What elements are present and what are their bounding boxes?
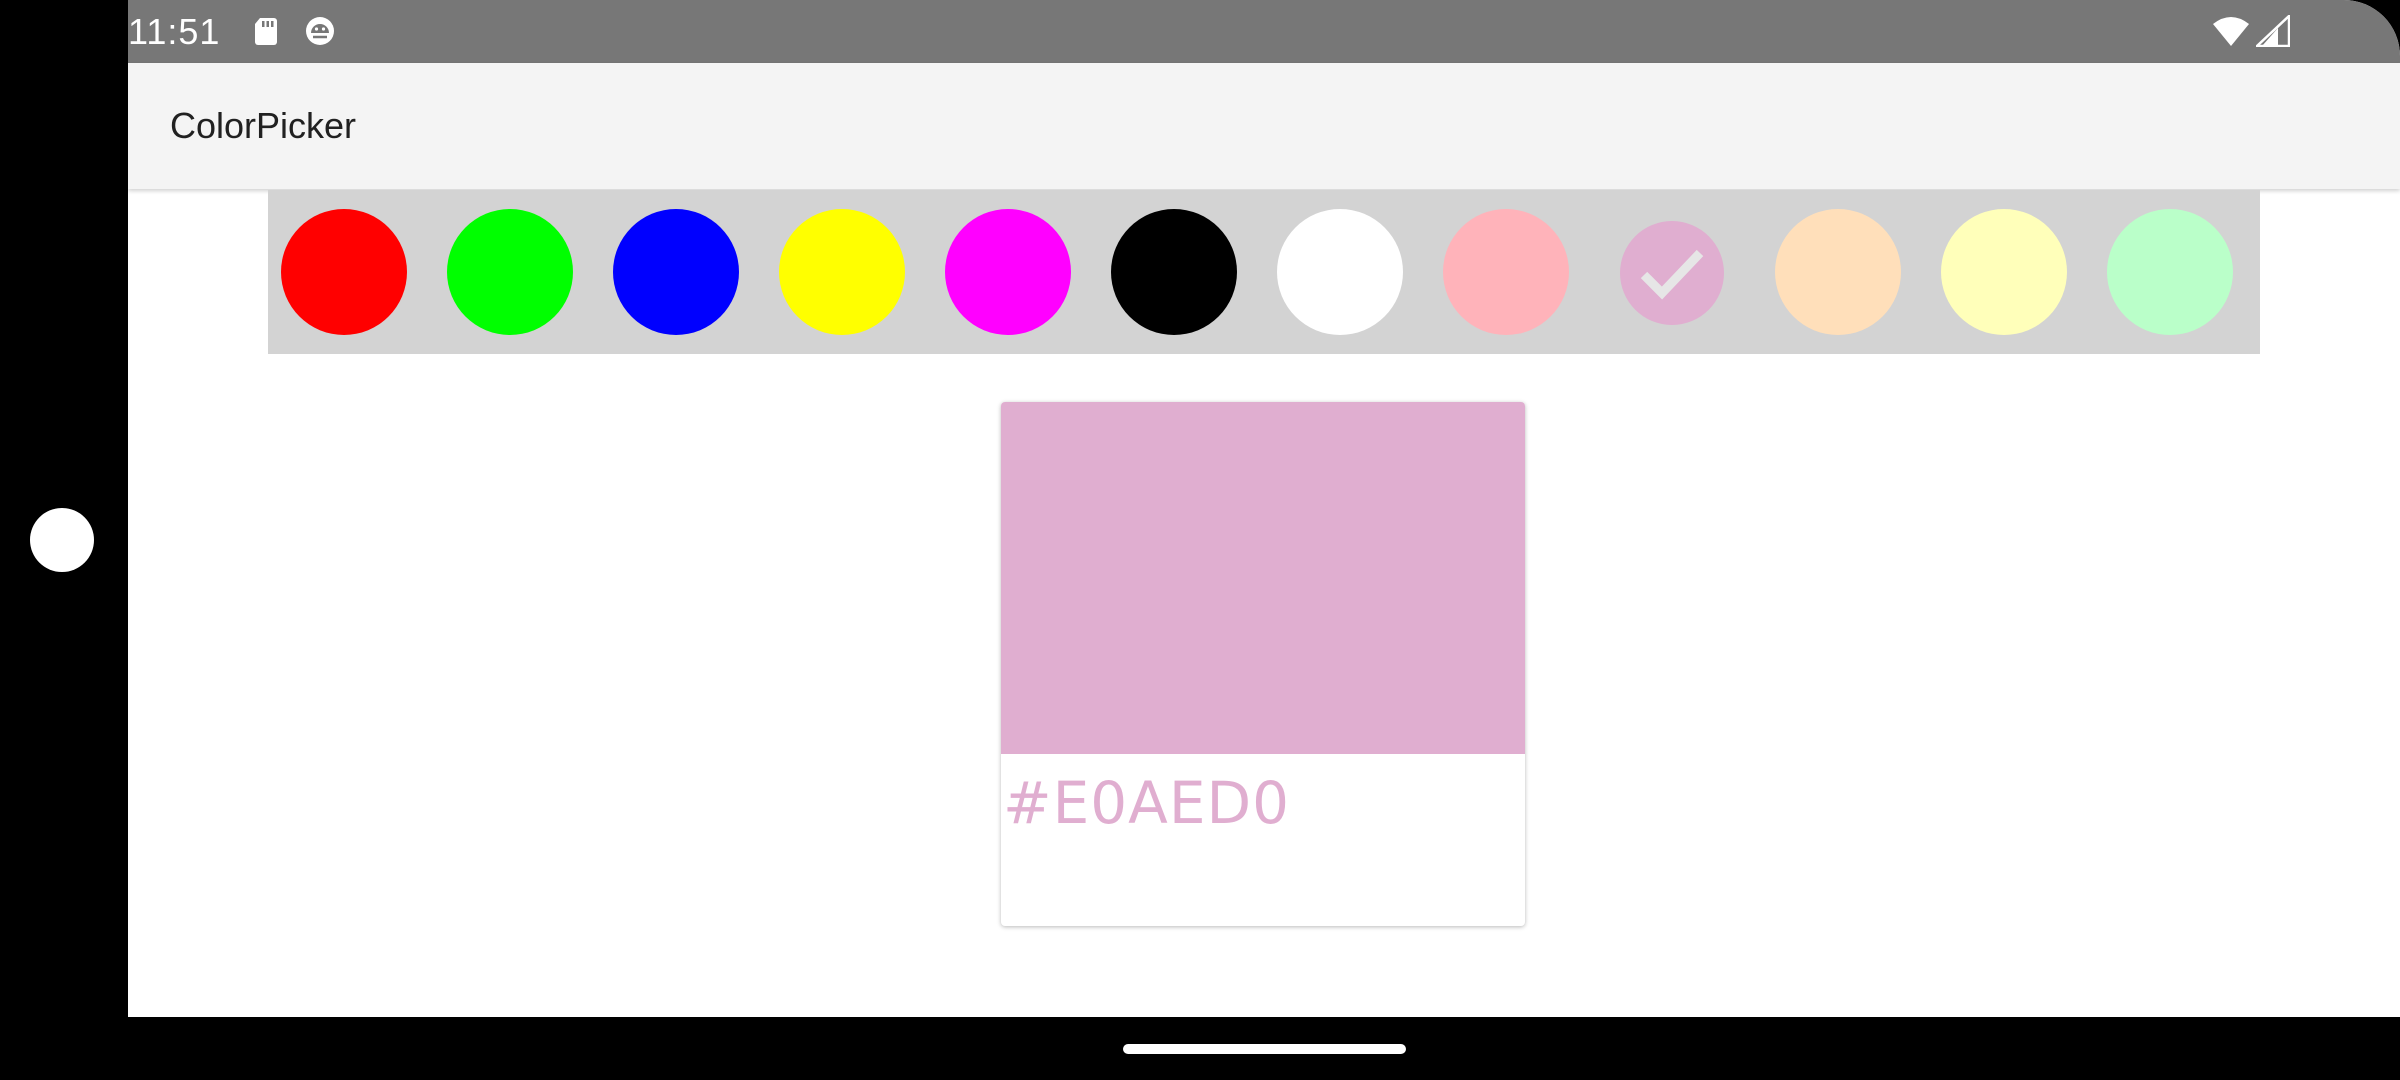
cellular-signal-icon: [2256, 15, 2290, 47]
color-preview: [1001, 402, 1525, 754]
checkmark-icon: [1640, 249, 1704, 300]
swatch-red[interactable]: [281, 209, 407, 335]
swatch-magenta[interactable]: [945, 209, 1071, 335]
color-hex-value: #E0AED0: [1003, 769, 1291, 837]
status-time: 11:51: [128, 11, 221, 52]
app-title: ColorPicker: [170, 105, 357, 146]
swatch-light-green[interactable]: [2107, 209, 2233, 335]
navigation-rail: [0, 0, 128, 1080]
device-frame: 11:51 ColorPicker #E0AED0: [0, 0, 2400, 1080]
swatch-light-pink[interactable]: [1443, 209, 1569, 335]
wifi-icon: [2213, 17, 2249, 46]
android-debug-icon: [306, 17, 334, 45]
swatch-green[interactable]: [447, 209, 573, 335]
swatch-light-yellow[interactable]: [1941, 209, 2067, 335]
swatch-yellow[interactable]: [779, 209, 905, 335]
selected-color-card: #E0AED0: [1001, 402, 1525, 926]
color-palette: [268, 190, 2260, 354]
swatch-light-orange[interactable]: [1775, 209, 1901, 335]
camera-cutout: [30, 508, 94, 572]
swatch-black[interactable]: [1111, 209, 1237, 335]
app-bar: ColorPicker: [128, 63, 2400, 189]
swatch-blue[interactable]: [613, 209, 739, 335]
app-screen: 11:51 ColorPicker #E0AED0: [128, 0, 2400, 1017]
swatch-light-purple-selected[interactable]: [1620, 221, 1724, 325]
home-indicator[interactable]: [1123, 1044, 1406, 1054]
status-bar: 11:51: [128, 0, 2400, 63]
swatch-white[interactable]: [1277, 209, 1403, 335]
sd-card-icon: [255, 18, 277, 45]
